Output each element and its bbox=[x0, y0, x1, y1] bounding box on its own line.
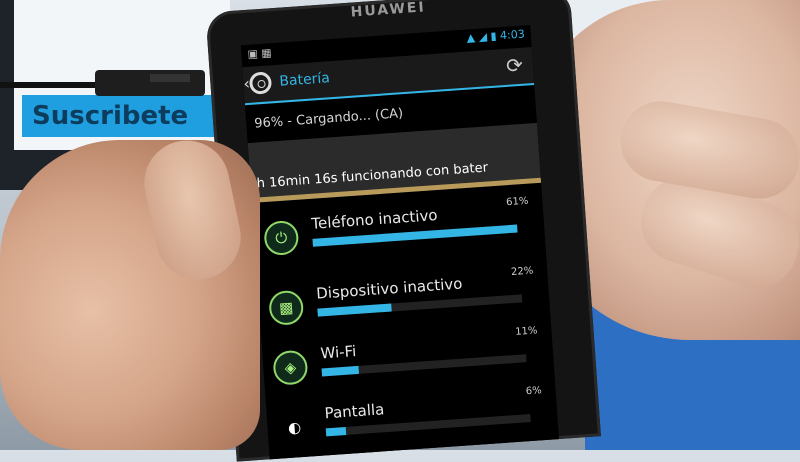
wifi-icon: ◈ bbox=[272, 349, 309, 386]
status-time: 4:03 bbox=[499, 27, 526, 43]
background-banner: Suscribete bbox=[22, 95, 232, 137]
signal-icon: ◢ bbox=[478, 30, 488, 44]
usage-bar-fill bbox=[321, 365, 359, 377]
charge-status: 96% - Cargando... (CA) bbox=[253, 106, 404, 132]
settings-gear-icon[interactable] bbox=[248, 71, 273, 95]
usage-label: Wi-Fi bbox=[319, 342, 357, 363]
battery-icon: ▮ bbox=[490, 29, 498, 43]
wifi-icon: ▲ bbox=[466, 30, 476, 45]
page-title: Batería bbox=[278, 70, 331, 90]
refresh-icon[interactable]: ⟳ bbox=[505, 53, 523, 78]
phone-device: HUAWEI ▣ ▦ ▲ ◢ ▮ 4:03 ‹ Batería ⟳ 96% - … bbox=[205, 0, 601, 462]
notification-icons: ▣ ▦ bbox=[247, 46, 273, 61]
usage-percent: 6% bbox=[525, 385, 543, 398]
signal-bars-icon: ▩ bbox=[268, 289, 305, 326]
usb-cable bbox=[0, 70, 205, 96]
usage-label: Teléfono inactivo bbox=[310, 206, 439, 233]
status-icons: ▲ ◢ ▮ 4:03 bbox=[466, 28, 525, 45]
battery-history-graph[interactable]: 2h 16min 16s funcionando con bater bbox=[247, 122, 542, 203]
usage-label: Dispositivo inactivo bbox=[315, 274, 463, 303]
usage-percent: 11% bbox=[514, 325, 538, 338]
usage-label: Pantalla bbox=[324, 400, 385, 423]
usage-bar-fill bbox=[325, 426, 347, 437]
usage-percent: 61% bbox=[505, 195, 529, 209]
usage-bar-fill bbox=[317, 303, 392, 317]
power-icon: ⏻ bbox=[263, 219, 300, 257]
brightness-icon: ◐ bbox=[276, 409, 313, 446]
usage-percent: 22% bbox=[510, 265, 534, 279]
phone-screen: ▣ ▦ ▲ ◢ ▮ 4:03 ‹ Batería ⟳ 96% - Cargand… bbox=[240, 25, 560, 460]
